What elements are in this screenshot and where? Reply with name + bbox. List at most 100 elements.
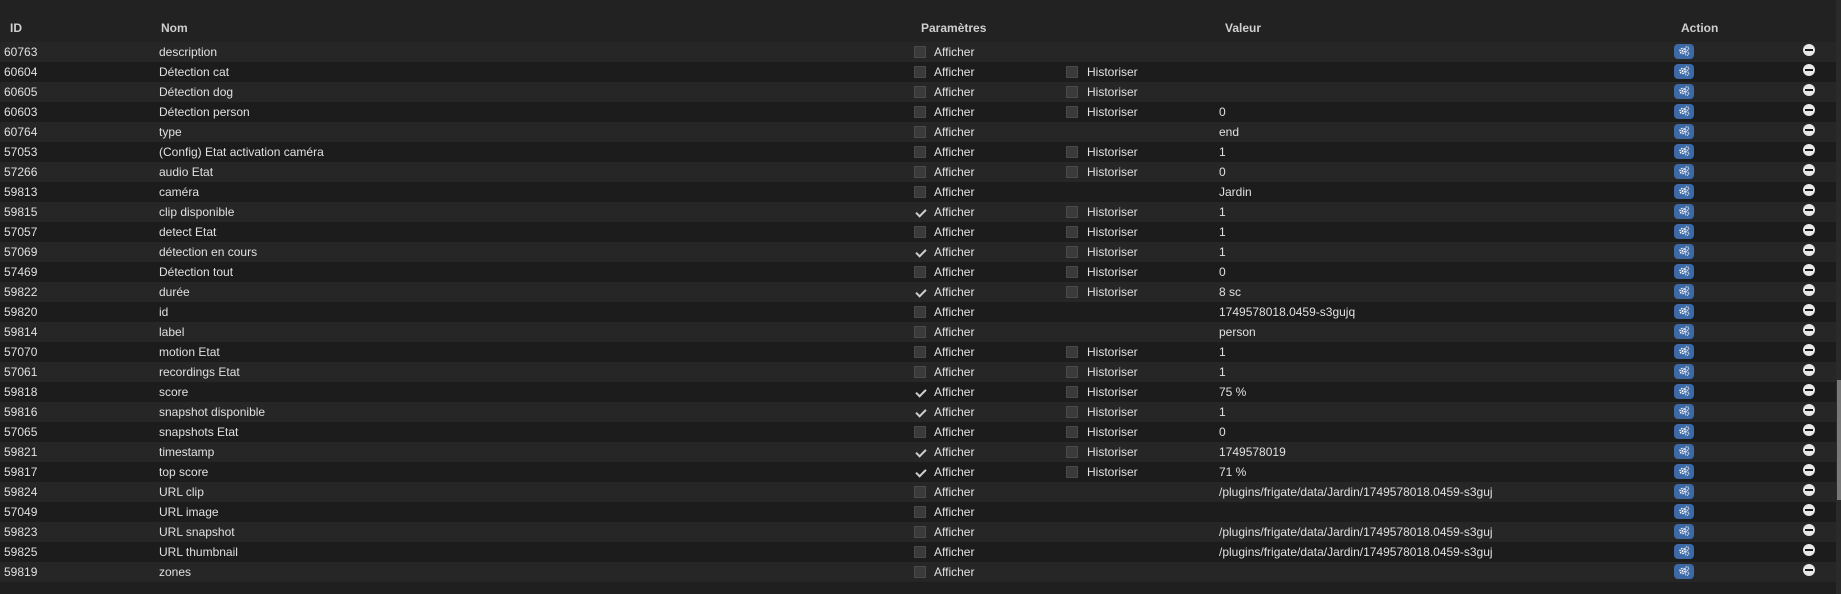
configure-button[interactable] [1674, 364, 1694, 379]
configure-button[interactable] [1674, 204, 1694, 219]
remove-icon[interactable] [1803, 204, 1815, 216]
configure-button[interactable] [1674, 104, 1694, 119]
remove-icon[interactable] [1803, 284, 1815, 296]
remove-icon[interactable] [1803, 404, 1815, 416]
configure-button[interactable] [1674, 64, 1694, 79]
configure-button[interactable] [1674, 224, 1694, 239]
historize-checkbox[interactable] [1066, 346, 1078, 358]
configure-button[interactable] [1674, 444, 1694, 459]
historize-checkbox[interactable] [1066, 366, 1078, 378]
configure-button[interactable] [1674, 284, 1694, 299]
show-checkbox[interactable] [914, 346, 926, 358]
remove-icon[interactable] [1803, 304, 1815, 316]
historize-checkbox[interactable] [1066, 266, 1078, 278]
show-checkbox[interactable] [914, 506, 926, 518]
remove-icon[interactable] [1803, 164, 1815, 176]
historize-checkbox[interactable] [1066, 146, 1078, 158]
remove-icon[interactable] [1803, 64, 1815, 76]
remove-icon[interactable] [1803, 144, 1815, 156]
configure-button[interactable] [1674, 84, 1694, 99]
remove-icon[interactable] [1803, 84, 1815, 96]
show-checkbox[interactable] [914, 46, 926, 58]
configure-button[interactable] [1674, 244, 1694, 259]
scrollbar-track[interactable] [1836, 0, 1841, 594]
historize-checkbox[interactable] [1066, 226, 1078, 238]
show-checkbox[interactable] [914, 286, 926, 298]
configure-button[interactable] [1674, 324, 1694, 339]
remove-icon[interactable] [1803, 424, 1815, 436]
historize-checkbox[interactable] [1066, 386, 1078, 398]
show-checkbox[interactable] [914, 86, 926, 98]
historize-checkbox[interactable] [1066, 446, 1078, 458]
historize-checkbox[interactable] [1066, 106, 1078, 118]
remove-icon[interactable] [1803, 344, 1815, 356]
remove-icon[interactable] [1803, 524, 1815, 536]
show-checkbox[interactable] [914, 526, 926, 538]
historize-checkbox[interactable] [1066, 166, 1078, 178]
remove-icon[interactable] [1803, 324, 1815, 336]
historize-checkbox[interactable] [1066, 86, 1078, 98]
remove-icon[interactable] [1803, 184, 1815, 196]
configure-button[interactable] [1674, 404, 1694, 419]
historize-checkbox[interactable] [1066, 466, 1078, 478]
remove-icon[interactable] [1803, 124, 1815, 136]
historize-checkbox[interactable] [1066, 286, 1078, 298]
historize-checkbox[interactable] [1066, 246, 1078, 258]
header-name[interactable]: Nom [161, 21, 188, 35]
show-checkbox[interactable] [914, 206, 926, 218]
remove-icon[interactable] [1803, 224, 1815, 236]
show-checkbox[interactable] [914, 366, 926, 378]
remove-icon[interactable] [1803, 484, 1815, 496]
configure-button[interactable] [1674, 44, 1694, 59]
remove-icon[interactable] [1803, 44, 1815, 56]
remove-icon[interactable] [1803, 544, 1815, 556]
show-checkbox[interactable] [914, 486, 926, 498]
show-checkbox[interactable] [914, 126, 926, 138]
show-checkbox[interactable] [914, 446, 926, 458]
configure-button[interactable] [1674, 384, 1694, 399]
show-checkbox[interactable] [914, 566, 926, 578]
configure-button[interactable] [1674, 504, 1694, 519]
show-checkbox[interactable] [914, 106, 926, 118]
show-checkbox[interactable] [914, 326, 926, 338]
show-checkbox[interactable] [914, 386, 926, 398]
show-checkbox[interactable] [914, 266, 926, 278]
configure-button[interactable] [1674, 424, 1694, 439]
configure-button[interactable] [1674, 304, 1694, 319]
remove-icon[interactable] [1803, 464, 1815, 476]
remove-icon[interactable] [1803, 384, 1815, 396]
remove-icon[interactable] [1803, 104, 1815, 116]
configure-button[interactable] [1674, 264, 1694, 279]
show-checkbox[interactable] [914, 246, 926, 258]
show-checkbox[interactable] [914, 146, 926, 158]
show-checkbox[interactable] [914, 406, 926, 418]
remove-icon[interactable] [1803, 504, 1815, 516]
remove-icon[interactable] [1803, 244, 1815, 256]
historize-checkbox[interactable] [1066, 66, 1078, 78]
remove-icon[interactable] [1803, 264, 1815, 276]
scrollbar-thumb[interactable] [1837, 380, 1841, 500]
configure-button[interactable] [1674, 184, 1694, 199]
show-checkbox[interactable] [914, 466, 926, 478]
remove-icon[interactable] [1803, 364, 1815, 376]
header-params[interactable]: Paramètres [921, 21, 986, 35]
configure-button[interactable] [1674, 484, 1694, 499]
show-checkbox[interactable] [914, 186, 926, 198]
configure-button[interactable] [1674, 464, 1694, 479]
configure-button[interactable] [1674, 124, 1694, 139]
configure-button[interactable] [1674, 164, 1694, 179]
configure-button[interactable] [1674, 564, 1694, 579]
remove-icon[interactable] [1803, 564, 1815, 576]
show-checkbox[interactable] [914, 226, 926, 238]
show-checkbox[interactable] [914, 166, 926, 178]
show-checkbox[interactable] [914, 306, 926, 318]
header-value[interactable]: Valeur [1225, 21, 1261, 35]
remove-icon[interactable] [1803, 444, 1815, 456]
historize-checkbox[interactable] [1066, 206, 1078, 218]
historize-checkbox[interactable] [1066, 426, 1078, 438]
show-checkbox[interactable] [914, 546, 926, 558]
configure-button[interactable] [1674, 544, 1694, 559]
configure-button[interactable] [1674, 144, 1694, 159]
show-checkbox[interactable] [914, 66, 926, 78]
configure-button[interactable] [1674, 344, 1694, 359]
